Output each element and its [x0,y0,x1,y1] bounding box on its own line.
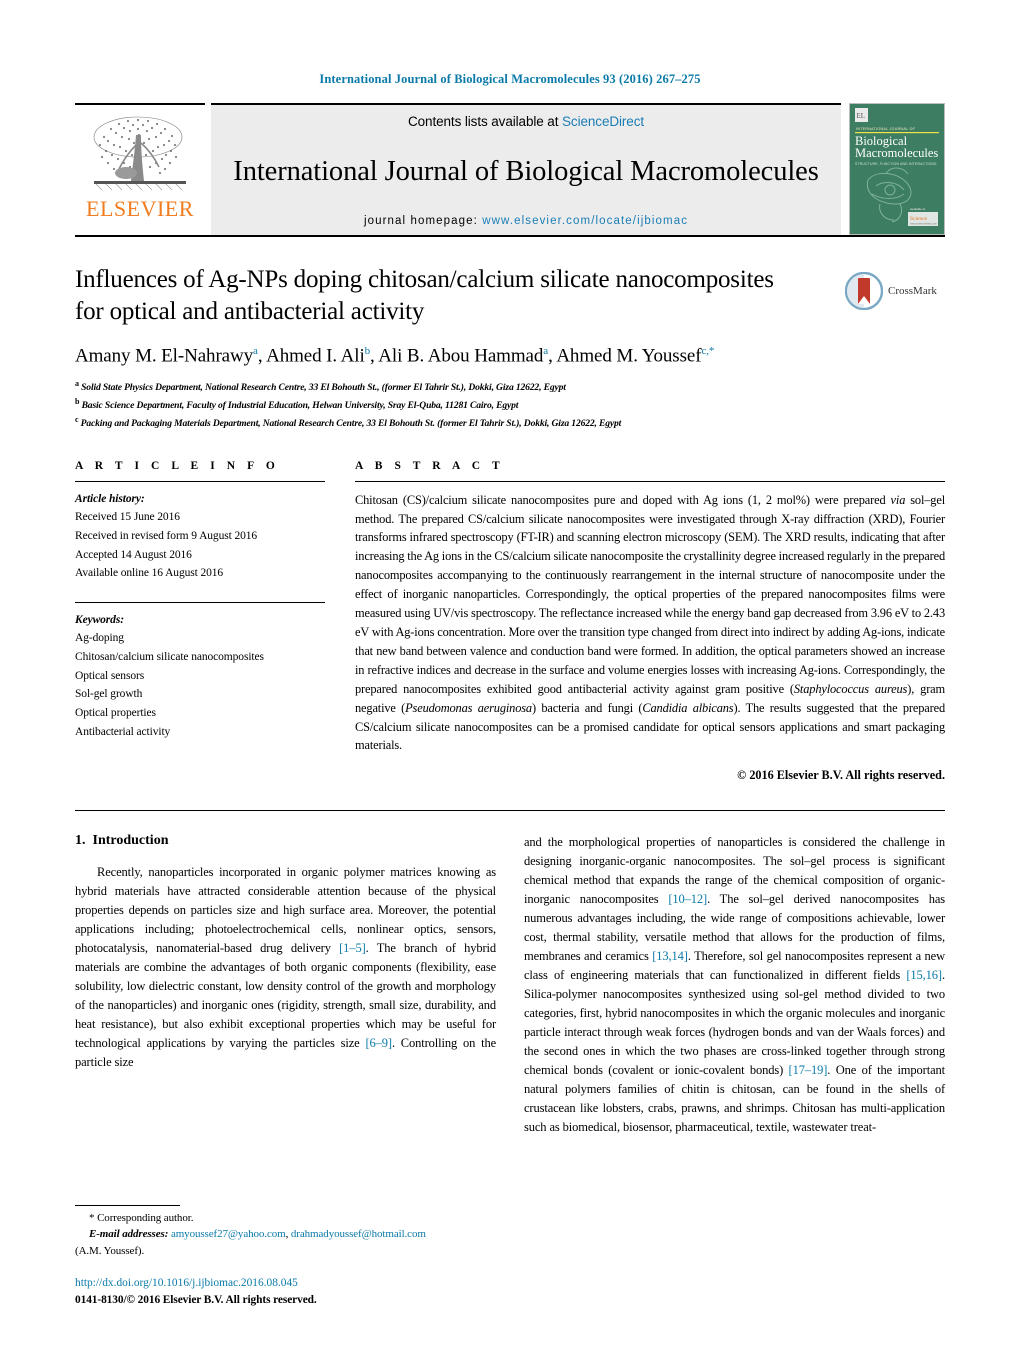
page-title: Influences of Ag-NPs doping chitosan/cal… [75,266,774,325]
keyword-item: Ag-doping [75,632,124,645]
footnote-text: * Corresponding author. E-mail addresses… [75,1210,505,1260]
history-item: Received 15 June 2016 [75,511,180,524]
svg-text:Macromolecules: Macromolecules [855,146,938,160]
article-info-heading: A R T I C L E I N F O [75,459,280,472]
history-item: Received in revised form 9 August 2016 [75,529,258,542]
history-item: Available online 16 August 2016 [75,567,224,580]
section-heading-introduction: 1. Introduction [75,833,496,849]
affiliation-list: a Solid State Physics Department, Nation… [75,378,945,431]
keyword-item: Chitosan/calcium silicate nanocomposites [75,651,264,663]
cover-art-icon: EL INTERNATIONAL JOURNAL OF Biological M… [850,104,944,234]
article-history: Article history: Received 15 June 2016 R… [75,490,325,583]
email-attribution: (A.M. Youssef). [75,1244,145,1257]
running-head: International Journal of Biological Macr… [319,72,701,86]
keyword-item: Antibacterial activity [75,725,171,738]
title-block: Influences of Ag-NPs doping chitosan/cal… [75,264,945,432]
crossmark-badge[interactable]: CrossMark [845,268,945,314]
affiliation-c-text: Packing and Packaging Materials Departme… [80,418,622,430]
body-column-right: and the morphological properties of nano… [524,833,945,1137]
svg-text:www.sciencedirect.com: www.sciencedirect.com [910,222,937,226]
homepage-url-link[interactable]: www.elsevier.com/locate/ijbiomac [482,215,688,227]
article-info-column: A R T I C L E I N F O Article history: R… [75,460,325,784]
keywords-rule [75,601,325,603]
elsevier-wordmark: ELSEVIER [86,196,194,221]
keyword-item: Optical sensors [75,669,145,682]
journal-masthead: ELSEVIER Contents lists available at Sci… [75,103,945,235]
issn-copyright-line: 0141-8130/© 2016 Elsevier B.V. All right… [75,1293,317,1306]
corresponding-author-footnote: * Corresponding author. E-mail addresses… [75,1204,505,1260]
abstract-column: A B S T R A C T Chitosan (CS)/calcium si… [355,460,945,784]
sciencedirect-link[interactable]: ScienceDirect [562,114,644,129]
body-column-left: 1. Introduction Recently, nanoparticles i… [75,833,496,1137]
doi-link[interactable]: http://dx.doi.org/10.1016/j.ijbiomac.201… [75,1275,545,1292]
elsevier-tree-icon [93,116,186,191]
keywords-block: Keywords: Ag-doping Chitosan/calcium sil… [75,611,325,741]
affiliation-b: b Basic Science Department, Faculty of I… [75,397,519,412]
abstract-bottom-rule [75,810,945,812]
journal-cover-thumbnail: EL INTERNATIONAL JOURNAL OF Biological M… [849,103,945,235]
info-abstract-row: A R T I C L E I N F O Article history: R… [75,460,945,784]
svg-text:Science: Science [910,216,928,222]
doi-block: http://dx.doi.org/10.1016/j.ijbiomac.201… [75,1275,545,1309]
svg-text:EL: EL [857,112,866,120]
affiliation-c: c Packing and Packaging Materials Depart… [75,414,622,430]
email-addresses-label: E-mail addresses: [89,1228,169,1240]
crossmark-label: CrossMark [888,285,937,297]
keyword-item: Sol-gel growth [75,688,143,701]
affiliation-a: a Solid State Physics Department, Nation… [75,379,566,394]
author-list: Amany M. El-Nahrawya, Ahmed I. Alib, Ali… [75,345,715,367]
svg-text:STRUCTURE, FUNCTION AND INTERA: STRUCTURE, FUNCTION AND INTERACTIONS [855,162,937,166]
keyword-item: Optical properties [75,706,156,719]
journal-homepage-line: journal homepage: www.elsevier.com/locat… [364,215,688,227]
affiliation-a-text: Solid State Physics Department, National… [81,382,566,394]
footnote-star: * [89,1211,95,1224]
homepage-prefix: journal homepage: [363,214,483,227]
abstract-text: Chitosan (CS)/calcium silicate nanocompo… [355,492,946,753]
email-link-1[interactable]: amyoussef27@yahoo.com [171,1228,286,1240]
footnote-rule [75,1204,180,1206]
article-info-rule [75,480,325,482]
svg-text:available at: available at [910,207,925,211]
corresponding-author-label: Corresponding author. [97,1211,194,1224]
email-line: E-mail addresses: amyoussef27@yahoo.com,… [75,1226,505,1243]
intro-paragraph-left: Recently, nanoparticles incorporated in … [75,865,497,1070]
contents-prefix: Contents lists available at [407,114,563,129]
crossmark-icon [845,272,883,310]
article-page: International Journal of Biological Macr… [0,0,1020,1351]
abstract-rule [355,480,945,482]
article-history-label: Article history: [75,492,145,505]
intro-paragraph-right: and the morphological properties of nano… [524,835,946,1135]
corresponding-author-line: * Corresponding author. [75,1210,505,1227]
email-link-2[interactable]: drahmadyoussef@hotmail.com [291,1228,426,1240]
abstract-heading: A B S T R A C T [355,459,505,472]
history-item: Accepted 14 August 2016 [75,548,192,561]
journal-band: Contents lists available at ScienceDirec… [211,103,841,235]
elsevier-logo: ELSEVIER [75,103,205,235]
section-title: Introduction [92,833,169,849]
masthead-bottom-rule [75,235,945,237]
copyright-line: © 2016 Elsevier B.V. All rights reserved… [737,768,945,783]
svg-text:INTERNATIONAL JOURNAL OF: INTERNATIONAL JOURNAL OF [856,127,916,131]
contents-available-line: Contents lists available at ScienceDirec… [408,114,644,129]
affiliation-b-text: Basic Science Department, Faculty of Ind… [81,400,519,412]
body-columns: 1. Introduction Recently, nanoparticles i… [75,833,945,1137]
section-number: 1. [75,833,86,849]
keywords-label: Keywords: [75,613,124,626]
journal-title: International Journal of Biological Macr… [233,156,819,188]
